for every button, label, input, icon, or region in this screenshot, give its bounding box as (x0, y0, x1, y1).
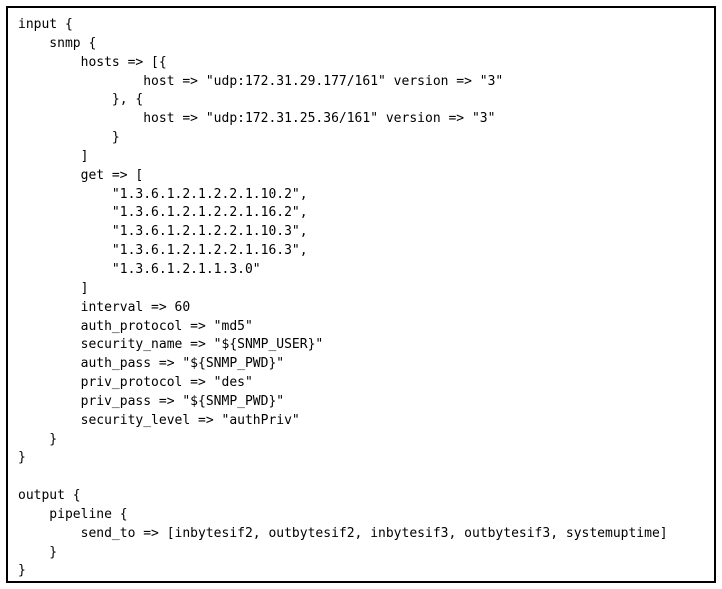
config-code-content: input { snmp { hosts => [{ host => "udp:… (18, 17, 668, 578)
config-code-block: input { snmp { hosts => [{ host => "udp:… (6, 6, 716, 583)
